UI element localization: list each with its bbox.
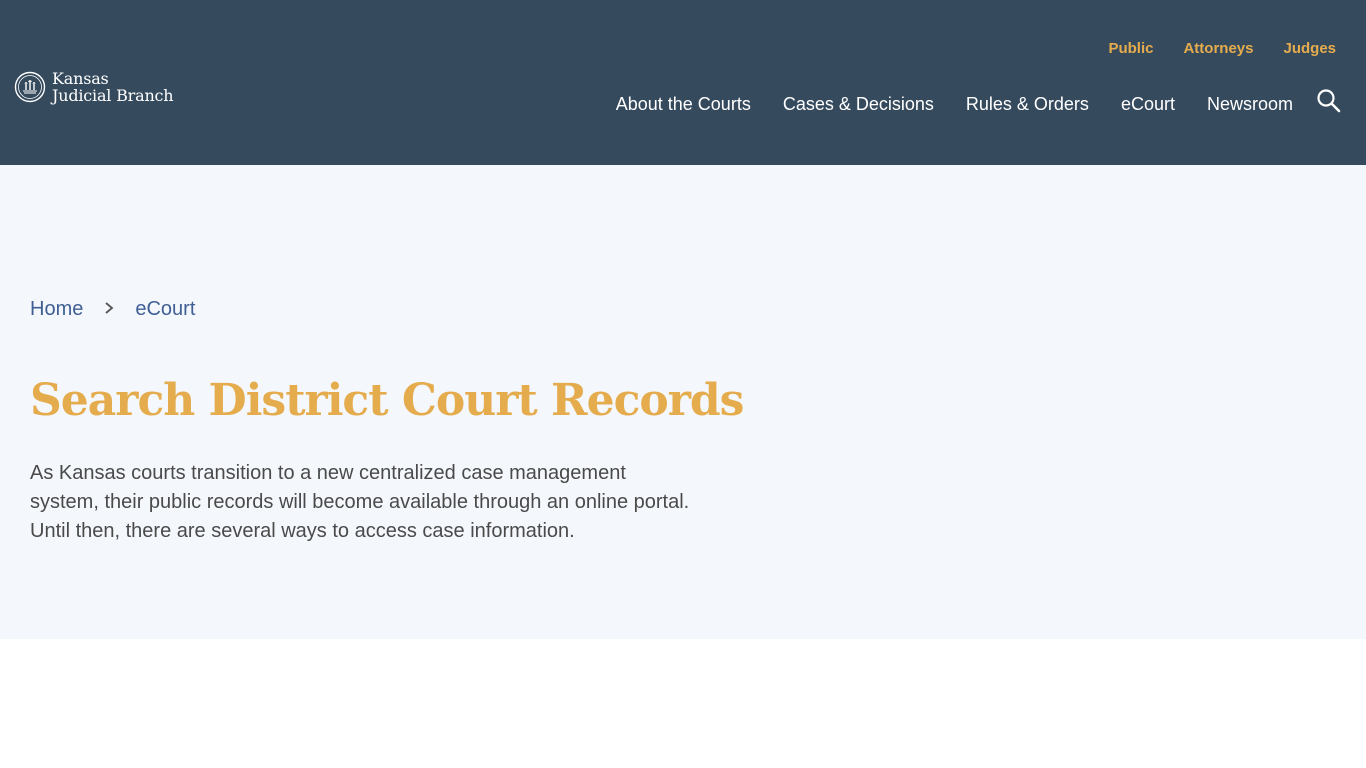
nav-cases-decisions[interactable]: Cases & Decisions <box>783 94 934 115</box>
nav-about-the-courts[interactable]: About the Courts <box>616 94 751 115</box>
breadcrumb-ecourt[interactable]: eCourt <box>135 298 195 321</box>
page-intro: As Kansas courts transition to a new cen… <box>30 462 690 542</box>
utility-link-judges[interactable]: Judges <box>1283 40 1336 57</box>
nav-rules-orders[interactable]: Rules & Orders <box>966 94 1089 115</box>
nav-ecourt[interactable]: eCourt <box>1121 94 1175 115</box>
kansas-seal-icon <box>14 71 46 103</box>
main-nav: About the Courts Cases & Decisions Rules… <box>616 94 1293 115</box>
page-hero: Home eCourt Search District Court Record… <box>0 165 1366 639</box>
site-name-line2: Judicial Branch <box>52 86 174 105</box>
chevron-right-icon <box>91 298 127 321</box>
site-header: Kansas Judicial Branch Public Attorneys … <box>0 0 1366 165</box>
site-name: Kansas Judicial Branch <box>52 69 174 105</box>
breadcrumb: Home eCourt <box>30 298 195 321</box>
utility-nav: Public Attorneys Judges <box>1108 40 1336 57</box>
nav-newsroom[interactable]: Newsroom <box>1207 94 1293 115</box>
utility-link-attorneys[interactable]: Attorneys <box>1183 40 1253 57</box>
breadcrumb-home[interactable]: Home <box>30 298 83 321</box>
utility-link-public[interactable]: Public <box>1108 40 1153 57</box>
search-button[interactable] <box>1316 88 1342 114</box>
page-title: Search District Court Records <box>30 375 744 426</box>
site-logo[interactable]: Kansas Judicial Branch <box>14 69 174 105</box>
search-icon <box>1317 89 1341 113</box>
site-name-line1: Kansas <box>52 69 109 88</box>
